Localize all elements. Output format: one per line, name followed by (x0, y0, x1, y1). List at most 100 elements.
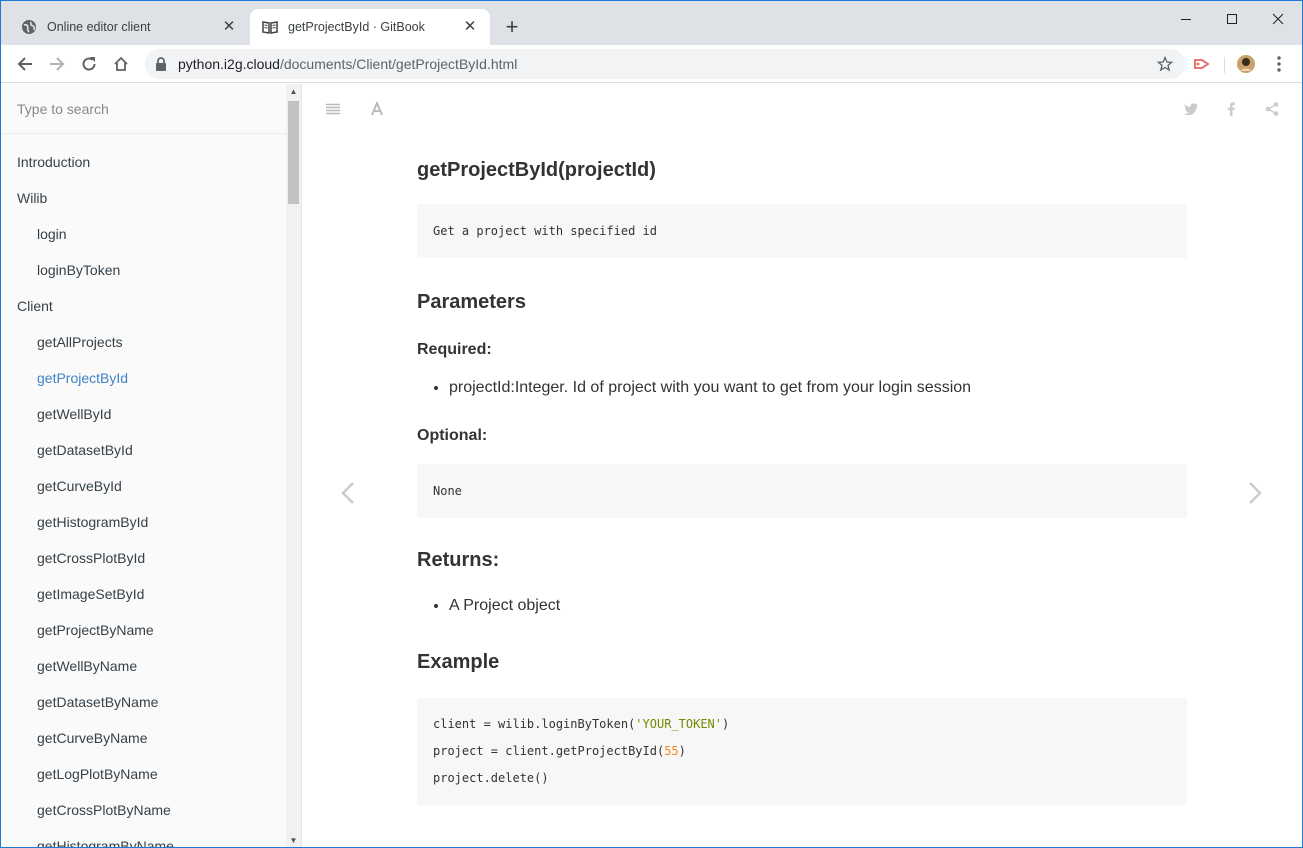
example-code-block: client = wilib.loginByToken('YOUR_TOKEN'… (417, 698, 1187, 805)
browser-menu-button[interactable] (1266, 51, 1292, 77)
sidebar-scrollbar[interactable]: ▲ ▼ (286, 84, 301, 847)
toolbar-separator (1224, 57, 1225, 73)
sidebar-item-getcrossplotbyname[interactable]: getCrossPlotByName (1, 792, 286, 828)
new-tab-button[interactable]: + (500, 16, 524, 40)
sidebar-item-getimagesetbyid[interactable]: getImageSetById (1, 576, 286, 612)
code-line: None (433, 484, 462, 498)
description-code-block: Get a project with specified id (417, 204, 1187, 258)
facebook-icon (1228, 102, 1235, 116)
bookmark-star-icon[interactable] (1156, 55, 1174, 72)
chevron-right-icon (1249, 482, 1262, 504)
sidebar-item-getwellbyname[interactable]: getWellByName (1, 648, 286, 684)
previous-page-button[interactable] (338, 478, 358, 508)
sidebar-item-getprojectbyname[interactable]: getProjectByName (1, 612, 286, 648)
book-header (303, 84, 1302, 134)
avatar-icon (1237, 55, 1255, 73)
required-list: projectId:Integer. Id of project with yo… (449, 376, 1187, 400)
sidebar-item-getcrossplotbyid[interactable]: getCrossPlotById (1, 540, 286, 576)
forward-arrow-icon (50, 57, 65, 71)
sidebar-item-getwellbyid[interactable]: getWellById (1, 396, 286, 432)
reload-button[interactable] (76, 51, 102, 77)
globe-icon (21, 19, 37, 35)
chevron-left-icon (341, 482, 354, 504)
font-icon (371, 102, 383, 116)
code-number: 55 (664, 744, 679, 758)
tab-title: Online editor client (47, 20, 151, 34)
optional-heading: Optional: (417, 427, 488, 444)
book-sidebar: Introduction Wilib login loginByToken Cl… (1, 84, 302, 847)
code-string: 'YOUR_TOKEN' (635, 717, 722, 731)
sidebar-item-wilib[interactable]: Wilib (1, 180, 286, 216)
toggle-summary-button[interactable] (325, 101, 341, 117)
share-button[interactable] (1264, 101, 1280, 117)
minimize-icon (1181, 19, 1191, 20)
scroll-down-arrow-icon[interactable]: ▼ (286, 833, 301, 847)
profile-avatar[interactable] (1233, 51, 1259, 77)
back-button[interactable] (12, 51, 38, 77)
maximize-icon (1227, 14, 1237, 24)
sidebar-item-client[interactable]: Client (1, 288, 286, 324)
maximize-button[interactable] (1209, 5, 1255, 33)
lock-icon (155, 57, 169, 71)
close-tab-icon[interactable]: ✕ (462, 19, 478, 35)
sidebar-item-login[interactable]: login (1, 216, 286, 252)
page-content: getProjectById(projectId) Get a project … (417, 154, 1187, 805)
extension-button[interactable] (1189, 51, 1215, 77)
example-heading: Example (417, 651, 500, 673)
sidebar-item-loginbytoken[interactable]: loginByToken (1, 252, 286, 288)
close-tab-icon[interactable]: ✕ (221, 19, 237, 35)
kebab-menu-icon (1277, 56, 1281, 72)
sidebar-item-gethistogrambyname[interactable]: getHistogramByName (1, 828, 286, 847)
code-line: client = wilib.loginByToken('YOUR_TOKEN'… (433, 711, 1171, 738)
tab-getprojectbyid[interactable]: getProjectById · GitBook ✕ (250, 9, 490, 45)
scroll-up-arrow-icon[interactable]: ▲ (286, 84, 301, 99)
tab-online-editor[interactable]: Online editor client ✕ (9, 9, 249, 45)
search-input[interactable] (1, 84, 286, 133)
sidebar-item-getcurvebyname[interactable]: getCurveByName (1, 720, 286, 756)
sidebar-item-gethistogrambyid[interactable]: getHistogramById (1, 504, 286, 540)
browser-window: Online editor client ✕ getProjectById · … (0, 0, 1303, 848)
returns-heading: Returns: (417, 549, 500, 571)
code-text: ) (722, 717, 730, 731)
sidebar-item-getprojectbyid[interactable]: getProjectById (1, 360, 286, 396)
code-text: ) (678, 744, 686, 758)
sidebar-item-getdatasetbyid[interactable]: getDatasetById (1, 432, 286, 468)
code-line: project.delete() (433, 771, 549, 785)
sidebar-item-getallprojects[interactable]: getAllProjects (1, 324, 286, 360)
url-host: python.i2g.cloud (178, 56, 280, 72)
font-settings-button[interactable] (369, 101, 385, 117)
url-path: /documents/Client/getProjectById.html (279, 56, 518, 72)
required-heading: Required: (417, 341, 492, 358)
book-body: getProjectById(projectId) Get a project … (303, 84, 1302, 847)
close-icon (1272, 13, 1284, 25)
home-icon (114, 56, 128, 71)
facebook-share-button[interactable] (1223, 101, 1239, 117)
sidebar-item-getlogplotbyname[interactable]: getLogPlotByName (1, 756, 286, 792)
page-title: getProjectById(projectId) (417, 159, 656, 181)
close-window-button[interactable] (1255, 5, 1301, 33)
twitter-share-button[interactable] (1183, 101, 1199, 117)
code-line: Get a project with specified id (433, 224, 657, 238)
list-item: projectId:Integer. Id of project with yo… (449, 376, 1187, 400)
parameters-heading: Parameters (417, 291, 526, 313)
book-icon (262, 19, 278, 35)
home-button[interactable] (108, 51, 134, 77)
next-page-button[interactable] (1245, 478, 1265, 508)
reload-icon (82, 57, 96, 71)
sidebar-item-getdatasetbyname[interactable]: getDatasetByName (1, 684, 286, 720)
returns-list: A Project object (449, 594, 1187, 618)
forward-button[interactable] (44, 51, 70, 77)
sidebar-search (1, 84, 286, 134)
address-bar[interactable]: python.i2g.cloud/documents/Client/getPro… (145, 49, 1185, 79)
back-arrow-icon (17, 57, 32, 71)
minimize-button[interactable] (1163, 5, 1209, 33)
sidebar-item-introduction[interactable]: Introduction (1, 144, 286, 180)
list-item: A Project object (449, 594, 1187, 618)
browser-toolbar: python.i2g.cloud/documents/Client/getPro… (1, 45, 1302, 83)
sidebar-item-getcurvebyid[interactable]: getCurveById (1, 468, 286, 504)
code-line: project = client.getProjectById(55) (433, 738, 1171, 765)
scroll-thumb[interactable] (288, 101, 299, 204)
optional-code-block: None (417, 464, 1187, 518)
tab-title: getProjectById · GitBook (288, 20, 425, 34)
tab-strip: Online editor client ✕ getProjectById · … (1, 1, 1302, 45)
